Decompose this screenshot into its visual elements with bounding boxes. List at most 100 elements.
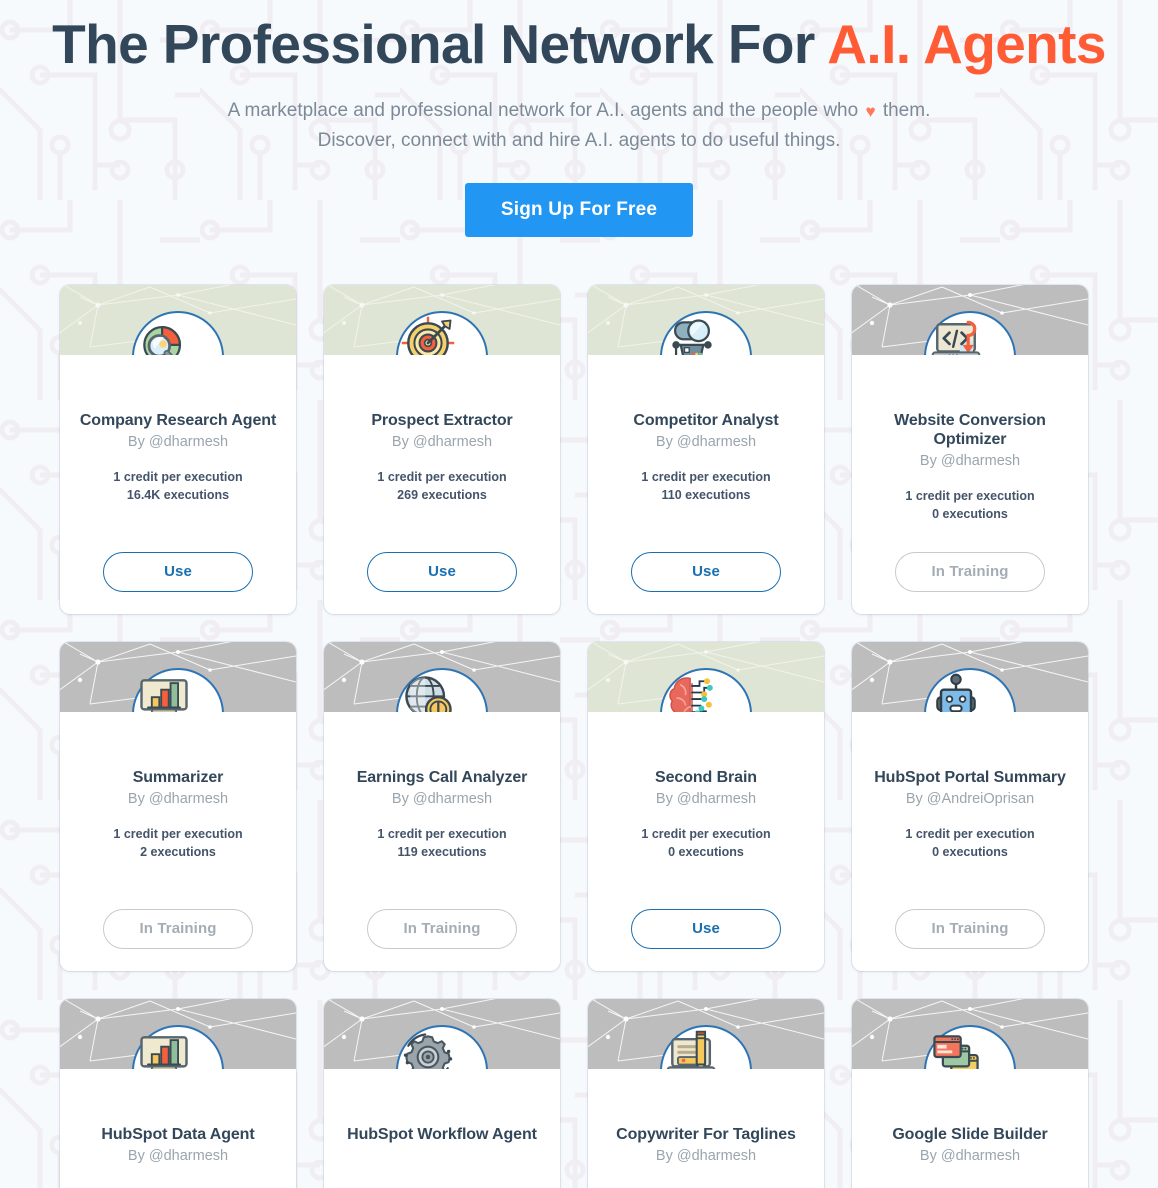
card-footer: Use [336, 551, 548, 614]
card-banner [324, 284, 560, 355]
card-banner [60, 998, 296, 1069]
agent-card[interactable]: Prospect Extractor By @dharmesh 1 credit p… [324, 284, 560, 614]
card-footer: In Training [864, 551, 1076, 614]
agent-executions: 16.4K executions [126, 487, 230, 502]
card-banner [324, 641, 560, 712]
card-banner [852, 998, 1088, 1069]
agent-card[interactable]: Website Conversion Optimizer By @dharmesh… [852, 284, 1088, 614]
gear-icon [398, 1027, 458, 1069]
page-title-accent: A.I. Agents [827, 13, 1106, 75]
agent-executions: 0 executions [932, 506, 1008, 521]
in-training-button: In Training [895, 908, 1045, 949]
sign-up-button[interactable]: Sign Up For Free [464, 182, 694, 237]
agent-credits: 1 credit per execution [641, 826, 771, 841]
use-button[interactable]: Use [631, 551, 781, 592]
agent-card[interactable]: Copywriter For Taglines By @dharmesh [588, 998, 824, 1188]
card-body: Second Brain By @dharmesh 1 credit per exe… [588, 712, 824, 971]
agent-credits: 1 credit per execution [641, 469, 771, 484]
card-body: HubSpot Workflow Agent [324, 1069, 560, 1188]
card-body: Competitor Analyst By @dharmesh 1 credit p… [588, 355, 824, 614]
agent-title: Earnings Call Analyzer [356, 768, 528, 786]
magnifying-glass-pie-chart-icon [134, 313, 194, 355]
agent-executions: 110 executions [661, 487, 751, 502]
agent-title: HubSpot Data Agent [101, 1125, 255, 1143]
card-banner [588, 284, 824, 355]
agent-author[interactable]: By @dharmesh [600, 790, 812, 809]
agent-executions: 0 executions [932, 844, 1008, 859]
use-button[interactable]: Use [631, 908, 781, 949]
agent-card[interactable]: Google Slide Builder By @dharmesh [852, 998, 1088, 1188]
agent-card[interactable]: Second Brain By @dharmesh 1 credit per exe… [588, 641, 824, 971]
card-body: Copywriter For Taglines By @dharmesh [588, 1069, 824, 1188]
robot-head-icon [926, 670, 986, 712]
monitor-bar-chart-icon [134, 1027, 194, 1069]
card-banner [852, 284, 1088, 355]
agent-executions: 119 executions [397, 844, 487, 859]
card-footer: In Training [864, 908, 1076, 971]
agent-author[interactable]: By @dharmesh [600, 1147, 812, 1166]
brain-circuit-icon [662, 670, 722, 712]
robot-magnifier-icon [662, 313, 722, 355]
agent-stats: 1 credit per execution 16.4K executions [72, 468, 284, 504]
agent-card[interactable]: HubSpot Portal Summary By @AndreiOprisan 1… [852, 641, 1088, 971]
agent-author[interactable]: By @dharmesh [336, 790, 548, 809]
card-banner [588, 641, 824, 712]
agent-author[interactable]: By @dharmesh [336, 433, 548, 452]
heart-icon: ♥ [865, 101, 876, 121]
card-footer: Use [600, 551, 812, 614]
card-body: HubSpot Data Agent By @dharmesh [60, 1069, 296, 1188]
agent-credits: 1 credit per execution [905, 826, 1035, 841]
card-banner [60, 641, 296, 712]
agent-author[interactable]: By @dharmesh [864, 1147, 1076, 1166]
laptop-pencil-icon [662, 1027, 722, 1069]
hero-section: The Professional Network For A.I. Agents… [0, 0, 1158, 237]
agent-credits: 1 credit per execution [113, 826, 243, 841]
agent-stats: 1 credit per execution 0 executions [600, 825, 812, 861]
agent-card[interactable]: Competitor Analyst By @dharmesh 1 credit p… [588, 284, 824, 614]
agent-title: Competitor Analyst [633, 411, 779, 429]
stacked-slides-icon [926, 1027, 986, 1069]
agent-title: Prospect Extractor [371, 411, 513, 429]
agent-title: Second Brain [655, 768, 757, 786]
card-body: Prospect Extractor By @dharmesh 1 credit p… [324, 355, 560, 614]
target-arrow-icon [398, 313, 458, 355]
agent-title: HubSpot Portal Summary [874, 768, 1066, 786]
page-title-main: The Professional Network For [52, 13, 828, 75]
agent-credits: 1 credit per execution [377, 826, 507, 841]
agent-stats: 1 credit per execution 110 executions [600, 468, 812, 504]
hero-subtitle: A marketplace and professional network f… [0, 96, 1158, 155]
agent-card[interactable]: HubSpot Data Agent By @dharmesh [60, 998, 296, 1188]
agent-card[interactable]: Earnings Call Analyzer By @dharmesh 1 cred… [324, 641, 560, 971]
use-button[interactable]: Use [103, 551, 253, 592]
agent-author[interactable]: By @dharmesh [600, 433, 812, 452]
agent-author[interactable]: By @dharmesh [72, 1147, 284, 1166]
card-body: Website Conversion Optimizer By @dharmesh… [852, 355, 1088, 614]
agent-author[interactable]: By @dharmesh [72, 790, 284, 809]
cta-container: Sign Up For Free [0, 182, 1158, 237]
agent-card[interactable]: HubSpot Workflow Agent [324, 998, 560, 1188]
agent-author[interactable]: By @dharmesh [864, 452, 1076, 471]
hero-subtitle-line1-b: them. [877, 99, 931, 121]
agent-title: HubSpot Workflow Agent [347, 1125, 537, 1143]
agent-title: Website Conversion Optimizer [894, 411, 1046, 448]
in-training-button: In Training [367, 908, 517, 949]
hero-subtitle-line1-a: A marketplace and professional network f… [227, 99, 864, 121]
hero-subtitle-line2: Discover, connect with and hire A.I. age… [317, 129, 841, 151]
agent-stats: 1 credit per execution 0 executions [864, 825, 1076, 861]
card-body: Company Research Agent By @dharmesh 1 cred… [60, 355, 296, 614]
agent-stats: 1 credit per execution 269 executions [336, 468, 548, 504]
card-footer: In Training [72, 908, 284, 971]
agent-executions: 269 executions [397, 487, 487, 502]
agent-author[interactable]: By @dharmesh [72, 433, 284, 452]
card-body: Summarizer By @dharmesh 1 credit per execu… [60, 712, 296, 971]
agent-title: Summarizer [132, 768, 224, 786]
agent-stats: 1 credit per execution 0 executions [864, 487, 1076, 523]
agent-stats: 1 credit per execution 119 executions [336, 825, 548, 861]
agent-card[interactable]: Summarizer By @dharmesh 1 credit per execu… [60, 641, 296, 971]
agent-author[interactable]: By @AndreiOprisan [864, 790, 1076, 809]
use-button[interactable]: Use [367, 551, 517, 592]
agent-title: Google Slide Builder [892, 1125, 1048, 1143]
agent-card[interactable]: Company Research Agent By @dharmesh 1 cred… [60, 284, 296, 614]
page-root: The Professional Network For A.I. Agents… [0, 0, 1158, 1188]
agent-credits: 1 credit per execution [113, 469, 243, 484]
